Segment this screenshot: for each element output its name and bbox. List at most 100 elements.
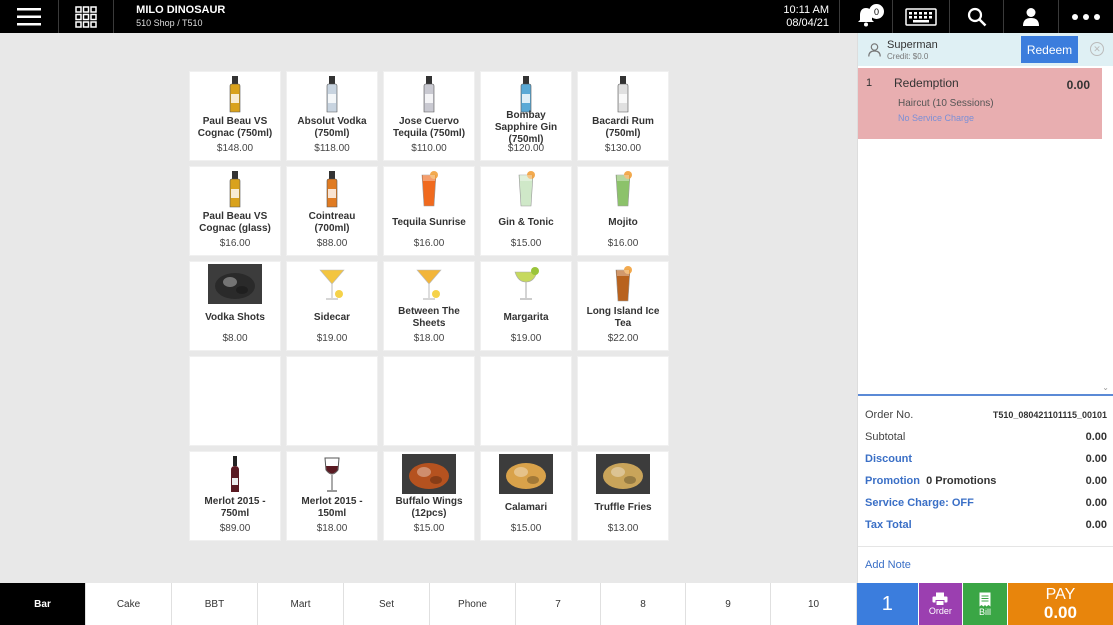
remove-customer-icon[interactable]: ✕	[1090, 42, 1104, 56]
redeem-button[interactable]: Redeem	[1021, 36, 1078, 63]
notifications-button[interactable]: 0	[840, 0, 894, 33]
receipt-icon	[979, 592, 991, 606]
product-name: Jose Cuervo Tequila (750ml)	[392, 116, 466, 139]
product-tile[interactable]: Tequila Sunrise $16.00	[383, 166, 475, 256]
product-tile[interactable]: Vodka Shots $8.00	[189, 261, 281, 351]
quantity-button[interactable]: 1	[857, 583, 918, 625]
printer-icon	[932, 592, 948, 606]
product-name: Paul Beau VS Cognac (750ml)	[197, 116, 273, 139]
product-image	[481, 452, 571, 494]
product-image	[384, 167, 474, 209]
product-name: Buffalo Wings (12pcs)	[395, 496, 463, 519]
product-tile[interactable]: Cointreau (700ml) $88.00	[286, 166, 378, 256]
category-tab[interactable]: Set	[344, 583, 430, 625]
bottle-icon	[520, 76, 532, 113]
order-line-item[interactable]: 1 Redemption 0.00 Haircut (10 Sessions) …	[858, 68, 1102, 139]
menu-button[interactable]	[0, 0, 59, 33]
bill-button[interactable]: Bill	[963, 583, 1007, 625]
product-name: Bombay Sapphire Gin (750ml)	[494, 110, 558, 145]
more-options-button[interactable]	[1059, 0, 1113, 33]
product-tile[interactable]: Paul Beau VS Cognac (glass) $16.00	[189, 166, 281, 256]
pay-button[interactable]: PAY 0.00	[1007, 583, 1113, 625]
promotion-row[interactable]: Promotion 0 Promotions 0.00	[858, 470, 1113, 492]
product-tile[interactable]: Absolut Vodka (750ml) $118.00	[286, 71, 378, 161]
product-image	[384, 262, 474, 304]
product-tile[interactable]: Bombay Sapphire Gin (750ml) $120.00	[480, 71, 572, 161]
tax-label[interactable]: Tax Total	[865, 519, 912, 531]
cocktail-glass-icon	[615, 171, 632, 207]
martini-glass-icon	[416, 269, 442, 300]
line-title: Redemption	[894, 76, 959, 90]
product-tile[interactable]: Jose Cuervo Tequila (750ml) $110.00	[383, 71, 475, 161]
product-tile[interactable]: Calamari $15.00	[480, 451, 572, 541]
product-image	[481, 167, 571, 209]
order-button[interactable]: Order	[918, 583, 963, 625]
category-tab[interactable]: BBT	[172, 583, 258, 625]
product-image	[287, 167, 377, 209]
product-tile[interactable]: Merlot 2015 - 150ml $18.00	[286, 451, 378, 541]
promotion-label[interactable]: Promotion	[865, 475, 920, 487]
line-amount: 0.00	[1066, 78, 1090, 92]
product-tile[interactable]: Gin & Tonic $15.00	[480, 166, 572, 256]
photo-icon	[596, 454, 650, 494]
product-tile[interactable]: Truffle Fries $13.00	[577, 451, 669, 541]
store-subtitle: 510 Shop / T510	[136, 18, 203, 28]
scroll-down-icon[interactable]: ⌄	[1102, 383, 1109, 392]
category-tab[interactable]: 8	[601, 583, 686, 625]
apps-grid-button[interactable]	[59, 0, 115, 33]
category-tab[interactable]: 7	[516, 583, 601, 625]
empty-tile	[189, 356, 281, 446]
user-button[interactable]	[1004, 0, 1059, 33]
keyboard-button[interactable]	[893, 0, 951, 33]
divider	[858, 546, 1113, 547]
product-tile[interactable]: Sidecar $19.00	[286, 261, 378, 351]
photo-icon	[402, 454, 456, 494]
product-tile[interactable]: Bacardi Rum (750ml) $130.00	[577, 71, 669, 161]
product-price: $8.00	[222, 333, 248, 344]
tax-value: 0.00	[1085, 519, 1107, 531]
product-name: Vodka Shots	[205, 312, 265, 323]
line-qty: 1	[866, 77, 873, 89]
customer-bar[interactable]: Superman Credit: $0.0 Redeem ✕	[858, 33, 1113, 66]
product-tile[interactable]: Long Island Ice Tea $22.00	[577, 261, 669, 351]
promotion-count: 0 Promotions	[926, 475, 997, 487]
category-tab[interactable]: Bar	[0, 583, 86, 625]
search-button[interactable]	[950, 0, 1004, 33]
line-service-charge: No Service Charge	[898, 113, 975, 123]
product-tile[interactable]: Merlot 2015 - 750ml $89.00	[189, 451, 281, 541]
tax-row[interactable]: Tax Total 0.00	[858, 514, 1113, 536]
product-tile[interactable]: Buffalo Wings (12pcs) $15.00	[383, 451, 475, 541]
customer-icon	[868, 42, 881, 57]
hamburger-menu-icon	[16, 7, 41, 25]
product-tile[interactable]: Margarita $19.00	[480, 261, 572, 351]
product-price: $15.00	[510, 238, 542, 249]
wine-glass-icon	[324, 457, 340, 492]
subtotal-value: 0.00	[1085, 431, 1107, 443]
category-tab[interactable]: 9	[686, 583, 771, 625]
discount-value: 0.00	[1085, 453, 1107, 465]
add-note-link[interactable]: Add Note	[865, 559, 911, 571]
product-image	[384, 452, 474, 494]
category-tab[interactable]: 10	[771, 583, 857, 625]
empty-tile	[480, 356, 572, 446]
product-image	[190, 167, 280, 209]
product-image	[578, 72, 668, 114]
discount-row[interactable]: Discount 0.00	[858, 448, 1113, 470]
category-tab[interactable]: Mart	[258, 583, 344, 625]
product-name: Sidecar	[313, 312, 351, 323]
cocktail-glass-icon	[518, 171, 535, 207]
product-price: $18.00	[413, 333, 445, 344]
search-icon	[967, 7, 986, 26]
bottle-icon	[229, 171, 241, 208]
cocktail-glass-icon	[421, 171, 438, 207]
product-tile[interactable]: Between The Sheets $18.00	[383, 261, 475, 351]
empty-tile	[383, 356, 475, 446]
discount-label[interactable]: Discount	[865, 453, 912, 465]
category-tab[interactable]: Cake	[86, 583, 172, 625]
category-tab[interactable]: Phone	[430, 583, 516, 625]
service-charge-label[interactable]: Service Charge: OFF	[865, 497, 974, 509]
product-tile[interactable]: Paul Beau VS Cognac (750ml) $148.00	[189, 71, 281, 161]
product-tile[interactable]: Mojito $16.00	[577, 166, 669, 256]
service-charge-row[interactable]: Service Charge: OFF 0.00	[858, 492, 1113, 514]
product-name: Long Island Ice Tea	[586, 306, 660, 329]
